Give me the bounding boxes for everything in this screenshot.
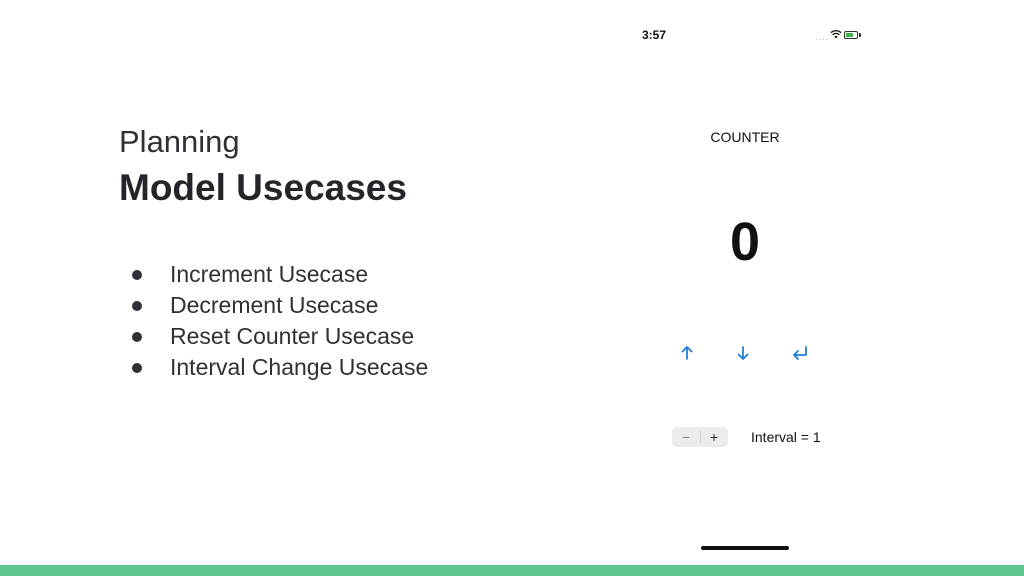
list-item-label: Reset Counter Usecase <box>170 323 415 349</box>
interval-stepper: − + <box>672 427 728 447</box>
signal-icon: .... <box>816 33 829 42</box>
reset-button[interactable] <box>789 342 811 364</box>
list-item: Interval Change Usecase <box>130 352 428 383</box>
decrement-button[interactable] <box>732 342 754 364</box>
interval-label: Interval = 1 <box>751 429 821 445</box>
bottom-accent-bar <box>0 565 1024 576</box>
list-item-label: Increment Usecase <box>170 261 369 287</box>
slide-subtitle: Planning <box>119 124 240 159</box>
home-indicator[interactable] <box>701 546 789 550</box>
status-time: 3:57 <box>642 28 667 42</box>
increment-button[interactable] <box>676 342 698 364</box>
arrow-down-icon <box>737 346 749 360</box>
slide-heading: Planning Model Usecases <box>119 120 559 212</box>
bullet-icon <box>132 301 142 311</box>
usecase-list: Increment Usecase Decrement Usecase Rese… <box>130 259 428 383</box>
slide-title: Model Usecases <box>119 167 407 208</box>
phone-screen: 3:57 .... COUNTER 0 − + Interval = 1 <box>600 0 890 566</box>
wifi-icon <box>830 30 842 39</box>
status-icons: .... <box>816 28 862 42</box>
bullet-icon <box>132 332 142 342</box>
return-icon <box>793 346 807 360</box>
battery-tip <box>859 33 861 37</box>
stepper-minus-button[interactable]: − <box>672 427 700 447</box>
battery-icon <box>844 31 858 39</box>
list-item-label: Interval Change Usecase <box>170 354 429 380</box>
counter-value: 0 <box>729 212 761 272</box>
list-item: Decrement Usecase <box>130 290 428 321</box>
stepper-plus-button[interactable]: + <box>700 427 728 447</box>
bullet-icon <box>132 363 142 373</box>
counter-label: COUNTER <box>710 129 780 145</box>
list-item: Reset Counter Usecase <box>130 321 428 352</box>
battery-level <box>846 33 853 37</box>
list-item: Increment Usecase <box>130 259 428 290</box>
bullet-icon <box>132 270 142 280</box>
arrow-up-icon <box>681 346 693 360</box>
list-item-label: Decrement Usecase <box>170 292 379 318</box>
